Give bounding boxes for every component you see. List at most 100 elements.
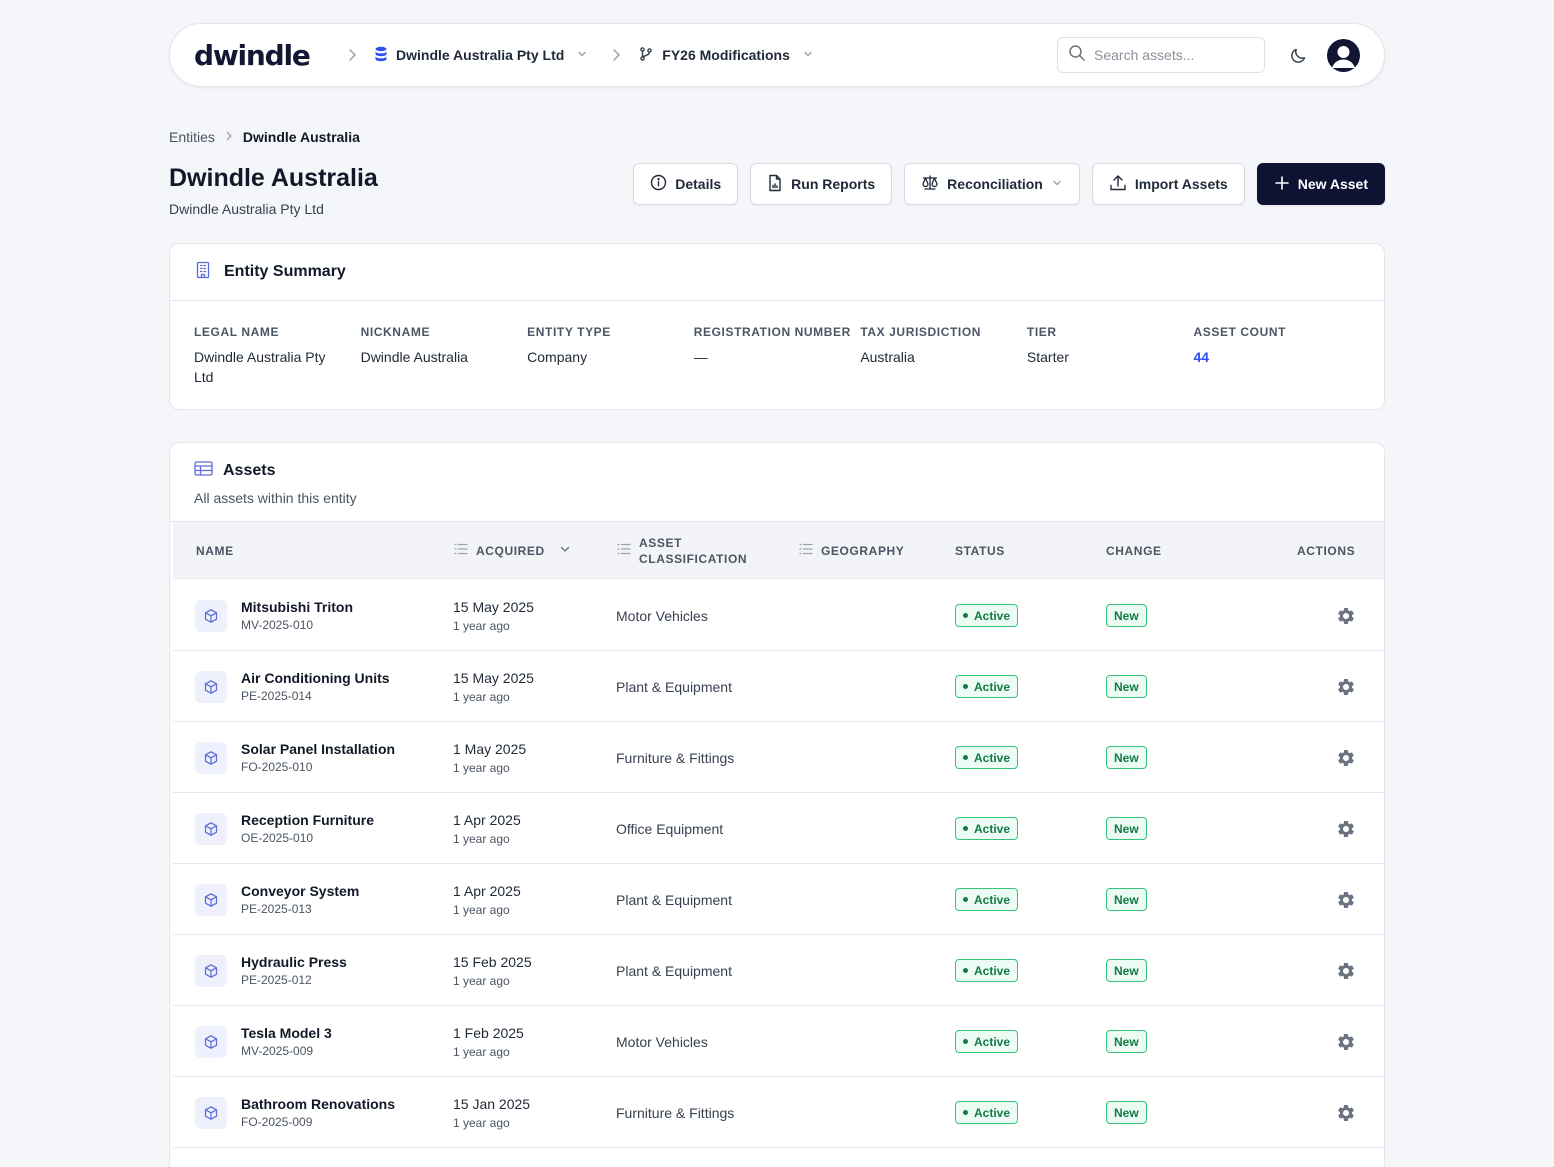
cube-icon <box>195 670 227 703</box>
asset-name[interactable]: Solar Panel Installation <box>241 741 395 757</box>
table-row[interactable]: Tesla Model 3 MV-2025-009 1 Feb 2025 1 year… <box>173 1006 1384 1077</box>
status-badge: Active <box>955 1030 1019 1053</box>
classification-cell: Motor Vehicles <box>616 580 708 651</box>
moon-icon[interactable] <box>1289 45 1309 65</box>
change-cell: New <box>1106 722 1147 793</box>
summary-field-value: Starter <box>1026 349 1069 365</box>
assets-description: All assets within this entity <box>194 490 357 506</box>
table-row[interactable]: Mitsubishi Triton MV-2025-010 15 May 2025 1… <box>173 580 1384 651</box>
summary-field-value: Dwindle Australia Pty Ltd <box>194 349 326 385</box>
column-header-label: STATUS <box>955 543 1005 558</box>
gear-icon[interactable] <box>1336 606 1356 626</box>
asset-code: PE-2025-012 <box>241 973 312 987</box>
gear-icon[interactable] <box>1336 1032 1356 1052</box>
asset-name[interactable]: Bathroom Renovations <box>241 1096 395 1112</box>
column-header-label: GEOGRAPHY <box>821 543 905 558</box>
asset-icon-cell <box>195 864 227 935</box>
summary-field-value: Australia <box>860 349 915 365</box>
asset-name-cell[interactable]: Hydraulic Press PE-2025-012 <box>241 935 347 1006</box>
asset-name[interactable]: Mitsubishi Triton <box>241 599 353 615</box>
summary-field-label: REGISTRATION NUMBER <box>693 325 851 339</box>
report-file-icon <box>767 174 783 195</box>
page-actions: Details Run Reports Reconciliation Impor… <box>633 163 1385 205</box>
column-header-name[interactable]: NAME <box>196 522 234 579</box>
new-asset-button-label: New Asset <box>1297 176 1368 192</box>
column-header-status[interactable]: STATUS <box>955 522 1005 579</box>
gear-icon[interactable] <box>1336 1103 1356 1123</box>
status-label: Active <box>974 1034 1011 1049</box>
asset-name-cell[interactable]: Bathroom Renovations FO-2025-009 <box>241 1077 395 1148</box>
status-cell: Active <box>955 864 1019 935</box>
new-asset-button[interactable]: New Asset <box>1256 163 1385 205</box>
column-header-label: ASSET CLASSIFICATION <box>639 535 747 567</box>
asset-code: PE-2025-013 <box>241 902 312 916</box>
run-reports-button[interactable]: Run Reports <box>750 163 893 205</box>
table-row[interactable]: Solar Panel Installation FO-2025-010 1 May… <box>173 722 1384 793</box>
asset-name[interactable]: Air Conditioning Units <box>241 670 390 686</box>
acquired-date: 1 May 2025 <box>453 740 527 757</box>
search-input[interactable] <box>1094 47 1244 63</box>
gear-icon[interactable] <box>1336 819 1356 839</box>
asset-name-cell[interactable]: Reception Furniture OE-2025-010 <box>241 793 374 864</box>
summary-field-value: — <box>693 349 708 365</box>
cube-icon <box>195 883 227 916</box>
summary-field-tax-jurisdiction: TAX JURISDICTION Australia <box>860 325 1027 387</box>
column-header-asset-classification[interactable]: ASSET CLASSIFICATION <box>617 522 747 579</box>
details-button[interactable]: Details <box>633 163 739 205</box>
column-header-label-line: ASSET <box>639 535 683 550</box>
entity-switcher[interactable]: Dwindle Australia Pty Ltd <box>374 46 588 65</box>
column-header-acquired[interactable]: ACQUIRED <box>454 522 571 579</box>
asset-name-cell[interactable]: Tesla Model 3 MV-2025-009 <box>241 1006 332 1077</box>
asset-name[interactable]: Hydraulic Press <box>241 954 347 970</box>
asset-count-link[interactable]: 44 <box>1193 347 1360 367</box>
entity-summary-title: Entity Summary <box>224 263 346 280</box>
acquired-relative: 1 year ago <box>453 973 510 988</box>
asset-name[interactable]: Conveyor System <box>241 883 359 899</box>
acquired-cell: 15 Jan 2025 1 year ago <box>453 1077 530 1148</box>
table-row[interactable]: Hydraulic Press PE-2025-012 15 Feb 2025 1 y… <box>173 935 1384 1006</box>
asset-name[interactable]: Tesla Model 3 <box>241 1025 332 1041</box>
table-row[interactable]: Air Conditioning Units PE-2025-014 15 May … <box>173 651 1384 722</box>
upload-icon <box>1109 174 1127 195</box>
column-header-change[interactable]: CHANGE <box>1106 522 1162 579</box>
app-logo[interactable]: dwindle <box>194 39 334 72</box>
table-row[interactable]: Reception Furniture OE-2025-010 1 Apr 2025… <box>173 793 1384 864</box>
asset-name[interactable]: Reception Furniture <box>241 812 374 828</box>
assets-title: Assets <box>223 462 276 479</box>
asset-name-cell[interactable]: Solar Panel Installation FO-2025-010 <box>241 722 395 793</box>
table-row[interactable]: Conveyor System PE-2025-013 1 Apr 2025 1 ye… <box>173 864 1384 935</box>
column-header-geography[interactable]: GEOGRAPHY <box>799 522 904 579</box>
summary-field-value: Dwindle Australia <box>360 349 468 365</box>
import-assets-button[interactable]: Import Assets <box>1091 163 1245 205</box>
breadcrumb-entities-link[interactable]: Entities <box>169 129 215 145</box>
search-box[interactable] <box>1057 37 1265 73</box>
asset-name-cell[interactable]: Air Conditioning Units PE-2025-014 <box>241 651 390 722</box>
run-reports-button-label: Run Reports <box>791 176 876 192</box>
asset-name-cell[interactable]: Mitsubishi Triton MV-2025-010 <box>241 580 353 651</box>
status-badge: Active <box>955 1101 1019 1124</box>
gear-icon[interactable] <box>1336 961 1356 981</box>
gear-icon[interactable] <box>1336 677 1356 697</box>
change-badge: New <box>1106 1101 1147 1124</box>
asset-icon-cell <box>195 1077 227 1148</box>
building-icon <box>194 261 212 284</box>
change-badge: New <box>1106 817 1147 840</box>
branch-switcher[interactable]: FY26 Modifications <box>638 46 814 65</box>
user-avatar[interactable] <box>1327 38 1360 72</box>
change-badge: New <box>1106 746 1147 769</box>
asset-name-cell[interactable]: Conveyor System PE-2025-013 <box>241 864 359 935</box>
entity-summary-header: Entity Summary <box>170 244 1384 301</box>
gear-icon[interactable] <box>1336 748 1356 768</box>
asset-icon-cell <box>195 722 227 793</box>
sort-chevron-down-icon <box>559 543 571 558</box>
status-cell: Active <box>955 1077 1019 1148</box>
import-assets-button-label: Import Assets <box>1134 176 1228 192</box>
status-label: Active <box>974 892 1011 907</box>
table-row[interactable]: Bathroom Renovations FO-2025-009 15 Jan 20… <box>173 1077 1384 1148</box>
gear-icon[interactable] <box>1336 890 1356 910</box>
status-cell: Active <box>955 935 1019 1006</box>
asset-classification: Plant & Equipment <box>616 678 732 695</box>
cube-icon <box>195 1025 227 1058</box>
cube-icon <box>195 741 227 774</box>
reconciliation-button[interactable]: Reconciliation <box>904 163 1080 205</box>
